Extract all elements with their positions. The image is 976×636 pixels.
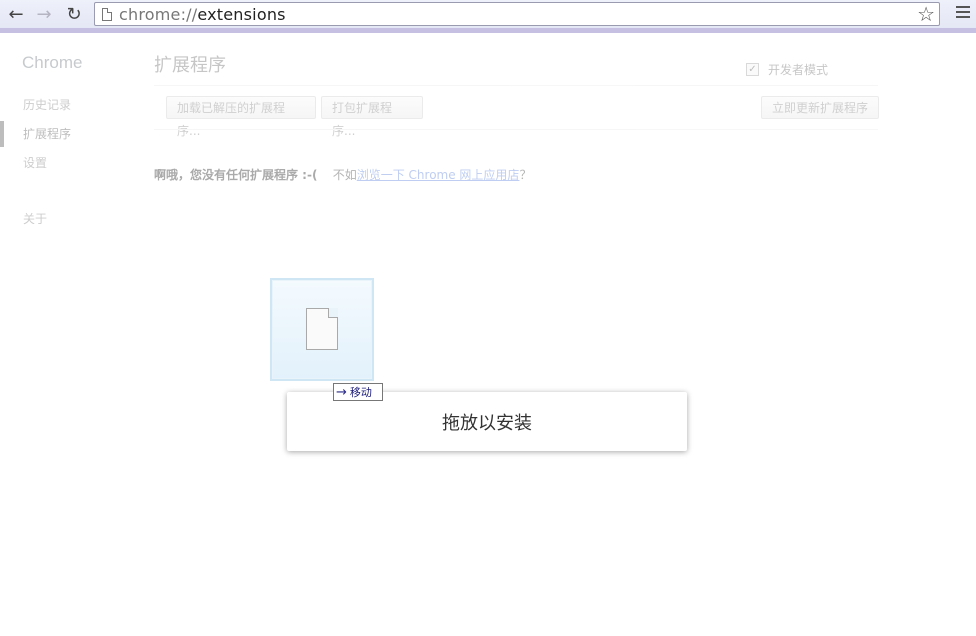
reload-icon[interactable]: ↻	[62, 4, 86, 26]
web-store-link[interactable]: 浏览一下 Chrome 网上应用店	[357, 168, 520, 182]
dragged-file-icon	[270, 278, 374, 381]
sidebar-item-history[interactable]: 历史记录	[23, 96, 71, 113]
page-title: 扩展程序	[154, 55, 226, 76]
browse-prefix: 不如	[332, 168, 357, 182]
selected-indicator	[0, 121, 4, 147]
move-arrow-icon: →	[336, 384, 347, 400]
sidebar-title: Chrome	[22, 53, 83, 72]
forward-arrow-icon[interactable]: →	[32, 4, 56, 26]
sidebar-item-extensions[interactable]: 扩展程序	[23, 125, 71, 142]
page-icon	[102, 8, 112, 21]
divider	[154, 129, 878, 130]
pack-extension-button[interactable]: 打包扩展程序...	[321, 96, 423, 138]
move-tooltip: → 移动	[333, 383, 383, 401]
developer-mode-toggle[interactable]: ✓ 开发者模式	[746, 61, 828, 78]
star-icon[interactable]: ☆	[917, 3, 935, 25]
sidebar-item-about[interactable]: 关于	[23, 210, 47, 227]
developer-mode-label: 开发者模式	[768, 63, 829, 77]
empty-message: 啊哦，您没有任何扩展程序 :-( 不如浏览一下 Chrome 网上应用店？	[154, 166, 531, 183]
extensions-page: Chrome 历史记录 扩展程序 设置 关于 扩展程序 ✓ 开发者模式 加载已解…	[0, 33, 976, 636]
back-arrow-icon[interactable]: ←	[4, 4, 28, 26]
no-extensions-text: 啊哦，您没有任何扩展程序 :-(	[154, 168, 318, 182]
developer-mode-checkbox[interactable]: ✓	[746, 63, 759, 76]
menu-icon[interactable]	[956, 6, 970, 20]
browse-suffix: ？	[519, 168, 532, 182]
divider	[154, 85, 878, 86]
file-icon	[306, 308, 338, 350]
address-bar[interactable]: chrome://extensions ☆	[94, 2, 940, 26]
sidebar: Chrome 历史记录 扩展程序 设置 关于	[0, 33, 130, 633]
browser-toolbar: ← → ↻ chrome://extensions ☆	[0, 0, 976, 33]
drop-text: 拖放以安装	[442, 412, 532, 434]
move-label: 移动	[349, 386, 372, 399]
url-text: chrome://extensions	[119, 5, 286, 24]
sidebar-item-settings[interactable]: 设置	[23, 154, 47, 171]
update-extensions-button[interactable]: 立即更新扩展程序	[761, 96, 879, 119]
load-unpacked-button[interactable]: 加载已解压的扩展程序...	[166, 96, 316, 138]
